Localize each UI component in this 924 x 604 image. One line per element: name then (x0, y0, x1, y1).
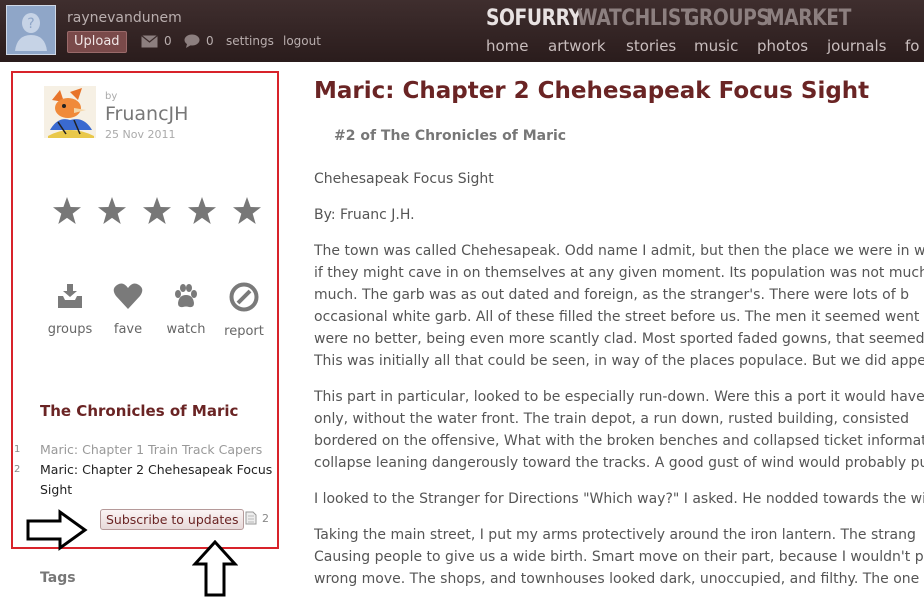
author-name[interactable]: FruancJH (105, 103, 188, 125)
heart-icon (113, 283, 143, 309)
folder-item-title: Maric: Chapter 1 Train Track Capers (40, 442, 263, 457)
subscribe-button[interactable]: Subscribe to updates (100, 509, 245, 530)
subnav-music[interactable]: music (694, 37, 738, 55)
paw-icon (175, 284, 197, 308)
speech-bubble-icon (184, 34, 200, 48)
subnav-forums[interactable]: fo (905, 37, 919, 55)
story-line: occasional white garb. All of these fill… (314, 309, 920, 325)
document-icon (245, 511, 257, 525)
story-line: Taking the main street, I put my arms pr… (314, 527, 916, 543)
story-line: much. The garb was as out dated and fore… (314, 287, 909, 303)
subnav-artwork[interactable]: artwork (548, 37, 606, 55)
top-bar: ? raynevandunem Upload 0 0 settings logo… (0, 0, 924, 62)
story-line: collapse leaning dangerously toward the … (314, 455, 924, 471)
comments-count: 0 (206, 34, 214, 48)
folder-title[interactable]: The Chronicles of Maric (40, 402, 238, 420)
messages-count: 0 (164, 34, 172, 48)
story-line: bordered on the offensive, What with the… (314, 433, 924, 449)
report-button[interactable]: report (214, 282, 274, 339)
settings-link[interactable]: settings (226, 34, 274, 48)
series-position[interactable]: #2 of The Chronicles of Maric (334, 128, 566, 144)
watch-label: watch (166, 322, 206, 337)
tags-heading: Tags (40, 570, 76, 586)
star-icon-1[interactable] (52, 196, 82, 226)
comments-link[interactable]: 0 (184, 34, 214, 48)
subnav-journals[interactable]: journals (827, 37, 886, 55)
annotation-arrow-up-icon (192, 540, 238, 597)
story-paragraph: Taking the main street, I put my arms pr… (314, 524, 924, 590)
upload-button[interactable]: Upload (67, 31, 127, 53)
star-icon-3[interactable] (142, 196, 172, 226)
story-paragraph: The town was called Chehesapeak. Odd nam… (314, 240, 924, 372)
story-line: Chehesapeak Focus Sight (314, 171, 494, 187)
nav-sofurry[interactable]: SOFURRY (486, 6, 582, 31)
page-title: Maric: Chapter 2 Chehesapeak Focus Sight (314, 78, 870, 104)
star-icon-5[interactable] (232, 196, 262, 226)
fave-button[interactable]: fave (98, 282, 158, 337)
subnav-photos[interactable]: photos (757, 37, 808, 55)
story-line: By: Fruanc J.H. (314, 207, 415, 223)
folder-item-number: 1 (14, 444, 21, 455)
folder-list: 1 Maric: Chapter 1 Train Track Capers 2 … (14, 440, 276, 500)
story-line: The town was called Chehesapeak. Odd nam… (314, 243, 924, 259)
star-icon-4[interactable] (187, 196, 217, 226)
user-avatar[interactable]: ? (6, 5, 56, 55)
story-paragraph: By: Fruanc J.H. (314, 204, 924, 226)
watch-button[interactable]: watch (156, 282, 216, 337)
story-paragraph: Chehesapeak Focus Sight (314, 168, 924, 190)
nav-market[interactable]: MARKET (766, 6, 851, 31)
story-body: Chehesapeak Focus Sight By: Fruanc J.H. … (314, 168, 924, 604)
groups-button[interactable]: groups (40, 282, 100, 337)
story-paragraph: I looked to the Stranger for Directions … (314, 488, 924, 510)
story-line: Causing people to give us a wide birth. … (314, 549, 924, 565)
subnav-home[interactable]: home (486, 37, 529, 55)
groups-label: groups (47, 322, 93, 337)
rating-stars (52, 196, 277, 226)
nav-watchlist[interactable]: WATCHLIST (577, 6, 694, 31)
subscriber-count-value: 2 (262, 511, 269, 525)
story-line: This was initially all that could be see… (314, 353, 924, 369)
fave-label: fave (113, 322, 143, 337)
default-avatar-icon: ? (15, 13, 47, 51)
story-paragraph: This part in particular, looked to be es… (314, 386, 924, 474)
messages-link[interactable]: 0 (141, 34, 172, 48)
folder-item-title-cont: Sight (40, 482, 73, 497)
folder-item[interactable]: 1 Maric: Chapter 1 Train Track Capers (14, 440, 276, 460)
story-line: I looked to the Stranger for Directions … (314, 491, 924, 507)
post-date: 25 Nov 2011 (105, 128, 176, 141)
report-prohibited-icon (229, 282, 259, 312)
subscriber-count: 2 (245, 511, 269, 525)
folder-item-current[interactable]: 2 Maric: Chapter 2 Chehesapeak Focus Sig… (14, 460, 276, 500)
username-link[interactable]: raynevandunem (67, 10, 182, 26)
story-line: if they might cave in on themselves at a… (314, 265, 924, 281)
star-icon-2[interactable] (97, 196, 127, 226)
annotation-arrow-right-icon (26, 509, 88, 551)
subnav-stories[interactable]: stories (626, 37, 676, 55)
story-line: wrong move. The shops, and townhouses lo… (314, 571, 924, 587)
logout-link[interactable]: logout (283, 34, 321, 48)
story-line: This part in particular, looked to be es… (314, 389, 924, 405)
author-avatar-image (44, 86, 96, 138)
svg-text:?: ? (27, 16, 34, 32)
nav-groups[interactable]: GROUPS (684, 6, 770, 31)
story-line: were no better, being even more scantly … (314, 331, 924, 347)
story-line: only, without the water front. The train… (314, 411, 910, 427)
by-label: by (105, 91, 118, 102)
folder-item-number: 2 (14, 464, 21, 475)
report-label: report (224, 324, 264, 339)
envelope-icon (141, 34, 158, 47)
folder-item-title: Maric: Chapter 2 Chehesapeak Focus (40, 462, 273, 477)
inbox-tray-icon (58, 284, 82, 308)
author-thumbnail[interactable] (44, 86, 96, 138)
